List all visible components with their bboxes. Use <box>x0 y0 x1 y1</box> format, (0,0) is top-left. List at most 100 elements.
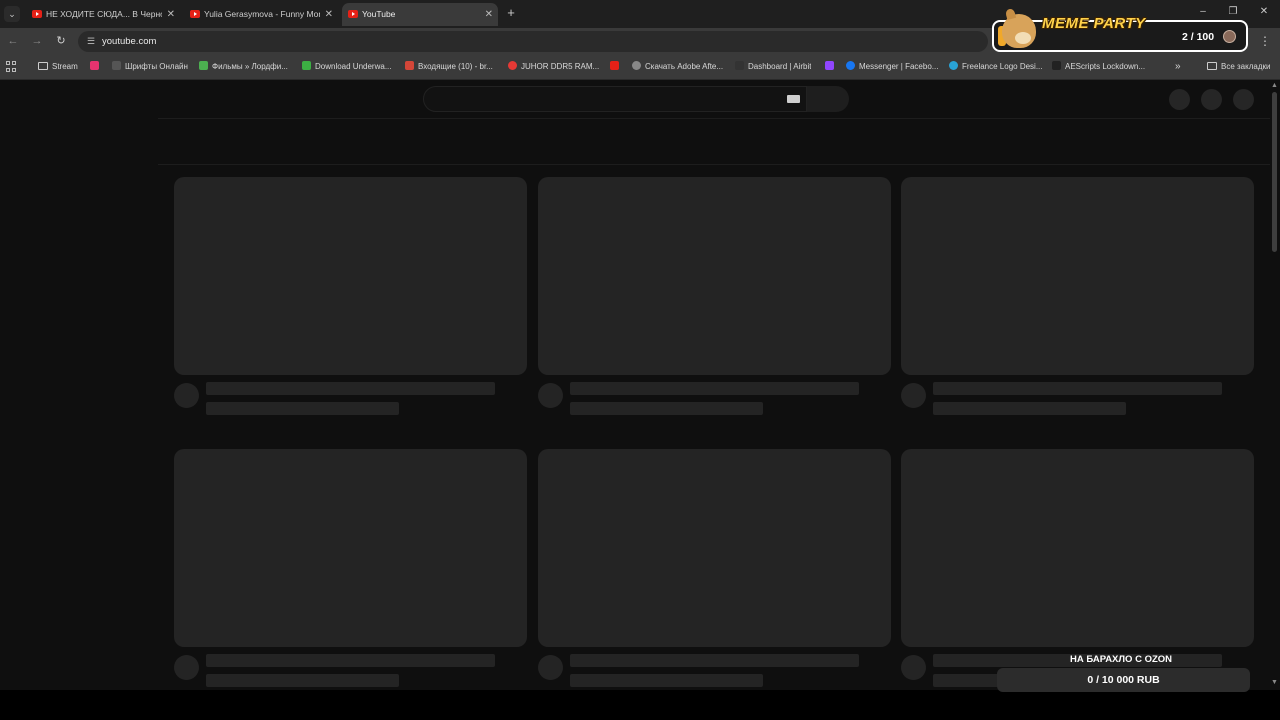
minimize-icon[interactable]: – <box>1196 6 1210 17</box>
tab-1[interactable]: НЕ ХОДИТЕ СЮДА... В Черноб ✕ <box>26 3 180 26</box>
bookmark-label: AEScripts Lockdown... <box>1065 62 1146 71</box>
video-thumbnail-skeleton[interactable] <box>174 449 527 647</box>
title-line-skeleton <box>206 382 495 395</box>
meta-line-skeleton <box>570 402 763 415</box>
globe-favicon <box>632 61 641 70</box>
title-line-skeleton <box>570 654 859 667</box>
tab-2-title: Yulia Gerasymova - Funny Mon <box>204 9 320 19</box>
notifications-button-skeleton[interactable] <box>1201 89 1222 110</box>
bookmark-label: Фильмы » Лордфи... <box>212 62 288 71</box>
bookmark-films[interactable]: Фильмы » Лордфи... <box>199 55 288 79</box>
bookmark-label: Скачать Adobe Afte... <box>645 62 724 71</box>
youtube-favicon <box>610 61 619 70</box>
tab-search-button[interactable]: ⌄ <box>4 6 20 22</box>
bookmark-freelance[interactable]: Freelance Logo Desi... <box>949 55 1043 79</box>
coin-icon <box>1223 30 1236 43</box>
meta-line-skeleton <box>933 402 1126 415</box>
red-favicon <box>508 61 517 70</box>
channel-avatar-skeleton <box>174 655 199 680</box>
chips-divider <box>158 164 1270 165</box>
youtube-favicon <box>32 10 42 18</box>
bookmark-juhor[interactable]: JUHOR DDR5 RAM... <box>508 55 599 79</box>
video-thumbnail-skeleton[interactable] <box>538 177 891 375</box>
tab-3-active[interactable]: YouTube ✕ <box>342 3 498 26</box>
address-bar[interactable]: ☰ youtube.com <box>78 31 988 52</box>
address-text[interactable]: youtube.com <box>102 31 156 52</box>
browser-menu-icon[interactable]: ⋮ <box>1259 34 1271 48</box>
bookmark-label: JUHOR DDR5 RAM... <box>521 62 600 71</box>
dark-favicon <box>735 61 744 70</box>
bookmark-stream[interactable]: Stream <box>38 55 78 79</box>
channel-avatar-skeleton <box>901 655 926 680</box>
title-line-skeleton <box>206 654 495 667</box>
bookmark-label: Freelance Logo Desi... <box>962 62 1043 71</box>
video-thumbnail-skeleton[interactable] <box>901 449 1254 647</box>
apps-grid-icon[interactable] <box>6 61 17 72</box>
channel-avatar-skeleton <box>901 383 926 408</box>
search-button-skeleton[interactable] <box>807 86 849 112</box>
meta-line-skeleton <box>206 674 399 687</box>
pink-favicon <box>90 61 99 70</box>
bookmark-icon-only-1[interactable] <box>90 55 103 79</box>
bookmark-icon-only-2[interactable] <box>610 55 623 79</box>
bookmark-label: Входящие (10) - br... <box>418 62 493 71</box>
bookmark-label: Stream <box>52 62 78 71</box>
tab-2[interactable]: Yulia Gerasymova - Funny Mon ✕ <box>184 3 338 26</box>
bookmark-label: Download Underwa... <box>315 62 392 71</box>
tab-3-title: YouTube <box>362 9 396 19</box>
create-button-skeleton[interactable] <box>1169 89 1190 110</box>
scrollbar-thumb[interactable] <box>1272 92 1277 252</box>
twitch-favicon <box>825 61 834 70</box>
ozon-goal-title: НА БАРАХЛО С OZON <box>1070 654 1173 665</box>
video-thumbnail-skeleton[interactable] <box>538 449 891 647</box>
doge-icon <box>1002 14 1036 48</box>
header-divider <box>158 118 1270 119</box>
gmail-favicon <box>405 61 414 70</box>
scroll-down-arrow-icon[interactable]: ▼ <box>1271 679 1278 686</box>
blue-favicon <box>949 61 958 70</box>
folder-icon <box>1207 62 1217 70</box>
channel-avatar-skeleton <box>174 383 199 408</box>
back-arrow-icon[interactable]: ← <box>6 34 20 48</box>
tab-2-close-icon[interactable]: ✕ <box>325 3 333 26</box>
facebook-favicon <box>846 61 855 70</box>
bookmark-adobe[interactable]: Скачать Adobe Afte... <box>632 55 723 79</box>
account-avatar-skeleton[interactable] <box>1233 89 1254 110</box>
meta-line-skeleton <box>206 402 399 415</box>
new-tab-button[interactable]: + <box>504 5 518 21</box>
youtube-favicon <box>348 10 358 18</box>
video-thumbnail-skeleton[interactable] <box>174 177 527 375</box>
bookmark-download[interactable]: Download Underwa... <box>302 55 391 79</box>
bookmark-messenger[interactable]: Messenger | Facebo... <box>846 55 938 79</box>
meme-party-title: MEME PARTY <box>1042 15 1146 32</box>
scroll-up-arrow-icon[interactable]: ▲ <box>1271 82 1278 89</box>
tab-1-close-icon[interactable]: ✕ <box>167 3 175 26</box>
tab-1-title: НЕ ХОДИТЕ СЮДА... В Черноб <box>46 9 162 19</box>
youtube-favicon <box>190 10 200 18</box>
bookmark-airbit[interactable]: Dashboard | Airbit <box>735 55 811 79</box>
bookmark-gmail[interactable]: Входящие (10) - br... <box>405 55 493 79</box>
meme-party-widget: MEME PARTY 2 / 100 <box>992 14 1248 52</box>
all-bookmarks[interactable]: Все закладки <box>1207 55 1270 79</box>
window-close-icon[interactable]: ✕ <box>1257 6 1271 17</box>
restore-icon[interactable]: ❐ <box>1226 6 1240 17</box>
keyboard-icon[interactable] <box>787 95 800 103</box>
ozon-goal-bar: 0 / 10 000 RUB <box>997 668 1250 692</box>
bookmarks-overflow-icon[interactable]: » <box>1175 55 1181 79</box>
reload-icon[interactable]: ↻ <box>54 34 68 48</box>
channel-avatar-skeleton <box>538 655 563 680</box>
bookmarks-bar: Stream Шрифты Онлайн Фильмы » Лордфи... … <box>0 55 1280 80</box>
bookmark-label: Messenger | Facebo... <box>859 62 939 71</box>
title-line-skeleton <box>570 382 859 395</box>
bottom-black-strip <box>0 690 1280 720</box>
video-thumbnail-skeleton[interactable] <box>901 177 1254 375</box>
bookmark-icon-only-3[interactable] <box>825 55 838 79</box>
ozon-goal-progress: 0 / 10 000 RUB <box>1087 674 1160 686</box>
tab-3-close-icon[interactable]: ✕ <box>485 3 493 26</box>
site-info-icon[interactable]: ☰ <box>85 35 97 47</box>
search-input-skeleton[interactable] <box>423 86 807 112</box>
bookmark-aescripts[interactable]: AEScripts Lockdown... <box>1052 55 1145 79</box>
meta-line-skeleton <box>570 674 763 687</box>
forward-arrow-icon[interactable]: → <box>30 34 44 48</box>
bookmark-fonts[interactable]: Шрифты Онлайн <box>112 55 188 79</box>
